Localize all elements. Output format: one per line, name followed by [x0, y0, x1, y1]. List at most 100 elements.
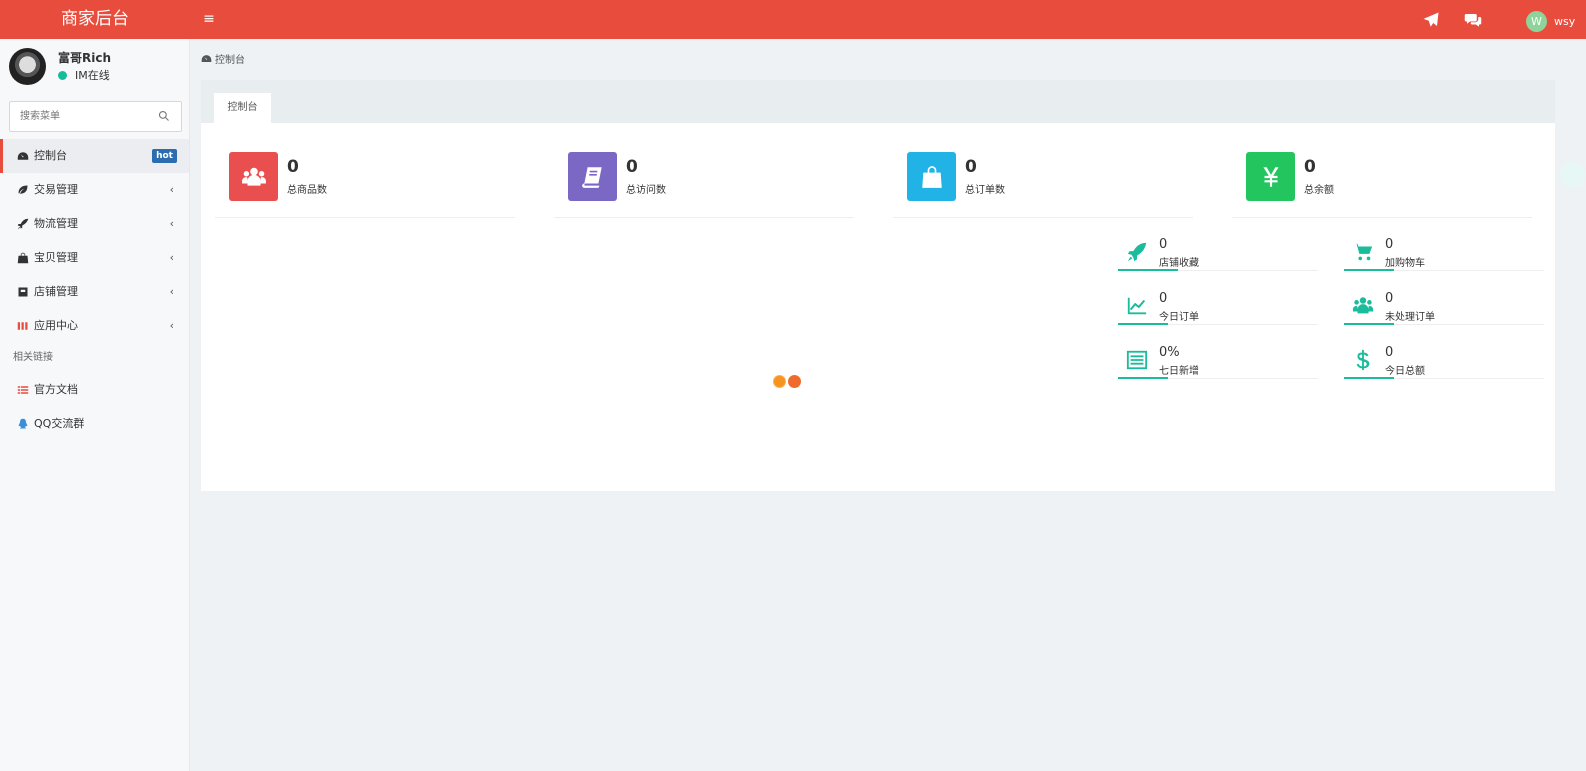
yen-icon — [1262, 166, 1279, 187]
dashboard-icon — [17, 152, 29, 160]
floating-edge-button[interactable] — [1560, 162, 1586, 188]
stat-icon-box — [1246, 152, 1295, 201]
sidebar-item-store[interactable]: 店铺管理 ‹ — [0, 275, 189, 309]
qq-icon — [18, 418, 28, 429]
search-icon[interactable] — [158, 110, 170, 122]
top-navbar: 商家后台 ≡ W wsy — [0, 0, 1586, 39]
chevron-left-icon: ‹ — [169, 251, 174, 264]
username: wsy — [1554, 14, 1576, 28]
hot-badge: hot — [152, 149, 177, 163]
loader-dot — [773, 375, 786, 388]
mini-stat-bar — [1344, 269, 1394, 271]
mini-stat-label: 七日新增 — [1159, 366, 1199, 377]
grid-icon — [17, 322, 28, 330]
stat-value: 0 — [965, 157, 977, 177]
rocket-icon — [17, 218, 29, 230]
mini-stat-bar — [1118, 323, 1168, 325]
sidebar: 富哥Rich IM在线 控制台 hot 交易管理 ‹ 物流管理 ‹ 宝贝管理 ‹ — [0, 39, 190, 771]
loader-dot — [788, 375, 801, 388]
chevron-left-icon: ‹ — [169, 319, 174, 332]
mini-stat-pending-orders: 0 未处理订单 — [1344, 291, 1544, 331]
sidebar-item-apps[interactable]: 应用中心 ‹ — [0, 309, 189, 343]
cart-icon — [1352, 243, 1373, 261]
tab-bar: 控制台 — [201, 80, 1555, 123]
mini-stat-label: 加购物车 — [1385, 258, 1425, 269]
mini-stat-label: 今日订单 — [1159, 312, 1199, 323]
loading-spinner — [773, 375, 803, 389]
stat-value: 0 — [287, 157, 299, 177]
stat-label: 总商品数 — [287, 185, 327, 196]
mini-stat-today-total: 0 今日总额 — [1344, 345, 1544, 385]
user-menu[interactable]: W wsy — [1526, 10, 1575, 32]
brand-title[interactable]: 商家后台 — [0, 0, 190, 39]
sidebar-item-logistics[interactable]: 物流管理 ‹ — [0, 207, 189, 241]
sidebar-item-label: QQ交流群 — [34, 417, 85, 430]
shopping-bag-icon — [17, 252, 29, 264]
comments-icon[interactable] — [1462, 9, 1484, 31]
online-dot-icon — [58, 70, 67, 80]
mini-stat-bar — [1344, 377, 1394, 379]
mini-stat-value: 0 — [1385, 291, 1394, 306]
sidebar-item-trade[interactable]: 交易管理 ‹ — [0, 173, 189, 207]
store-square-icon — [18, 287, 28, 297]
line-chart-icon — [1127, 297, 1147, 315]
profile-status: IM在线 — [58, 67, 110, 83]
sidebar-item-label: 物流管理 — [34, 217, 78, 230]
stat-total-orders: 0 总订单数 — [893, 152, 1193, 218]
stat-value: 0 — [626, 157, 638, 177]
breadcrumb: 控制台 — [201, 51, 245, 66]
stat-label: 总余额 — [1304, 185, 1334, 196]
users-icon — [241, 167, 266, 186]
mini-stat-value: 0 — [1159, 237, 1168, 252]
sidebar-menu: 控制台 hot 交易管理 ‹ 物流管理 ‹ 宝贝管理 ‹ 店铺管理 ‹ 应用中心… — [0, 139, 189, 441]
menu-search-input[interactable] — [10, 102, 150, 131]
list-alt-icon — [1126, 350, 1148, 370]
stat-total-visits: 0 总访问数 — [554, 152, 854, 218]
sidebar-link-docs[interactable]: 官方文档 — [0, 373, 189, 407]
stat-label: 总订单数 — [965, 185, 1005, 196]
mini-stat-today-orders: 0 今日订单 — [1118, 291, 1318, 331]
sidebar-link-qq[interactable]: QQ交流群 — [0, 407, 189, 441]
mini-stat-seven-day-new: 0% 七日新增 — [1118, 345, 1318, 385]
stat-value: 0 — [1304, 157, 1316, 177]
breadcrumb-item[interactable]: 控制台 — [215, 51, 245, 66]
sidebar-toggle-button[interactable]: ≡ — [201, 9, 217, 29]
stat-total-balance: 0 总余额 — [1232, 152, 1532, 218]
book-icon — [581, 166, 602, 188]
stat-icon-box — [568, 152, 617, 201]
mini-stat-value: 0% — [1159, 345, 1180, 360]
rocket-icon — [1127, 242, 1147, 262]
mini-stat-value: 0 — [1385, 237, 1394, 252]
stat-total-products: 0 总商品数 — [215, 152, 515, 218]
leaf-icon — [18, 185, 28, 194]
mini-stat-bar — [1118, 269, 1178, 271]
sidebar-item-label: 官方文档 — [34, 383, 78, 396]
tab-dashboard[interactable]: 控制台 — [214, 93, 271, 123]
users-icon — [1352, 297, 1374, 314]
profile-name: 富哥Rich — [58, 51, 112, 65]
dashboard-panel: 控制台 — [201, 80, 1555, 491]
mini-stat-label: 未处理订单 — [1385, 312, 1435, 323]
sidebar-item-label: 交易管理 — [34, 183, 78, 196]
paper-plane-icon[interactable] — [1420, 9, 1442, 31]
chevron-left-icon: ‹ — [169, 217, 174, 230]
sidebar-item-products[interactable]: 宝贝管理 ‹ — [0, 241, 189, 275]
mini-stat-value: 0 — [1385, 345, 1394, 360]
mini-stat-bar — [1344, 323, 1394, 325]
mini-stat-label: 今日总额 — [1385, 366, 1425, 377]
sidebar-item-label: 宝贝管理 — [34, 251, 78, 264]
stat-label: 总访问数 — [626, 185, 666, 196]
stat-icon-box — [907, 152, 956, 201]
sidebar-item-dashboard[interactable]: 控制台 hot — [0, 139, 189, 173]
sidebar-item-label: 控制台 — [34, 149, 67, 162]
avatar[interactable] — [9, 48, 46, 85]
profile-status-text: IM在线 — [75, 69, 110, 82]
menu-section-header: 相关链接 — [13, 352, 53, 363]
mini-stat-value: 0 — [1159, 291, 1168, 306]
menu-search — [9, 101, 182, 132]
mini-stat-store-favorites: 0 店铺收藏 — [1118, 237, 1318, 277]
user-profile: 富哥Rich IM在线 — [9, 48, 184, 88]
sidebar-item-label: 应用中心 — [34, 319, 78, 332]
chevron-left-icon: ‹ — [169, 285, 174, 298]
user-avatar: W — [1526, 10, 1547, 32]
